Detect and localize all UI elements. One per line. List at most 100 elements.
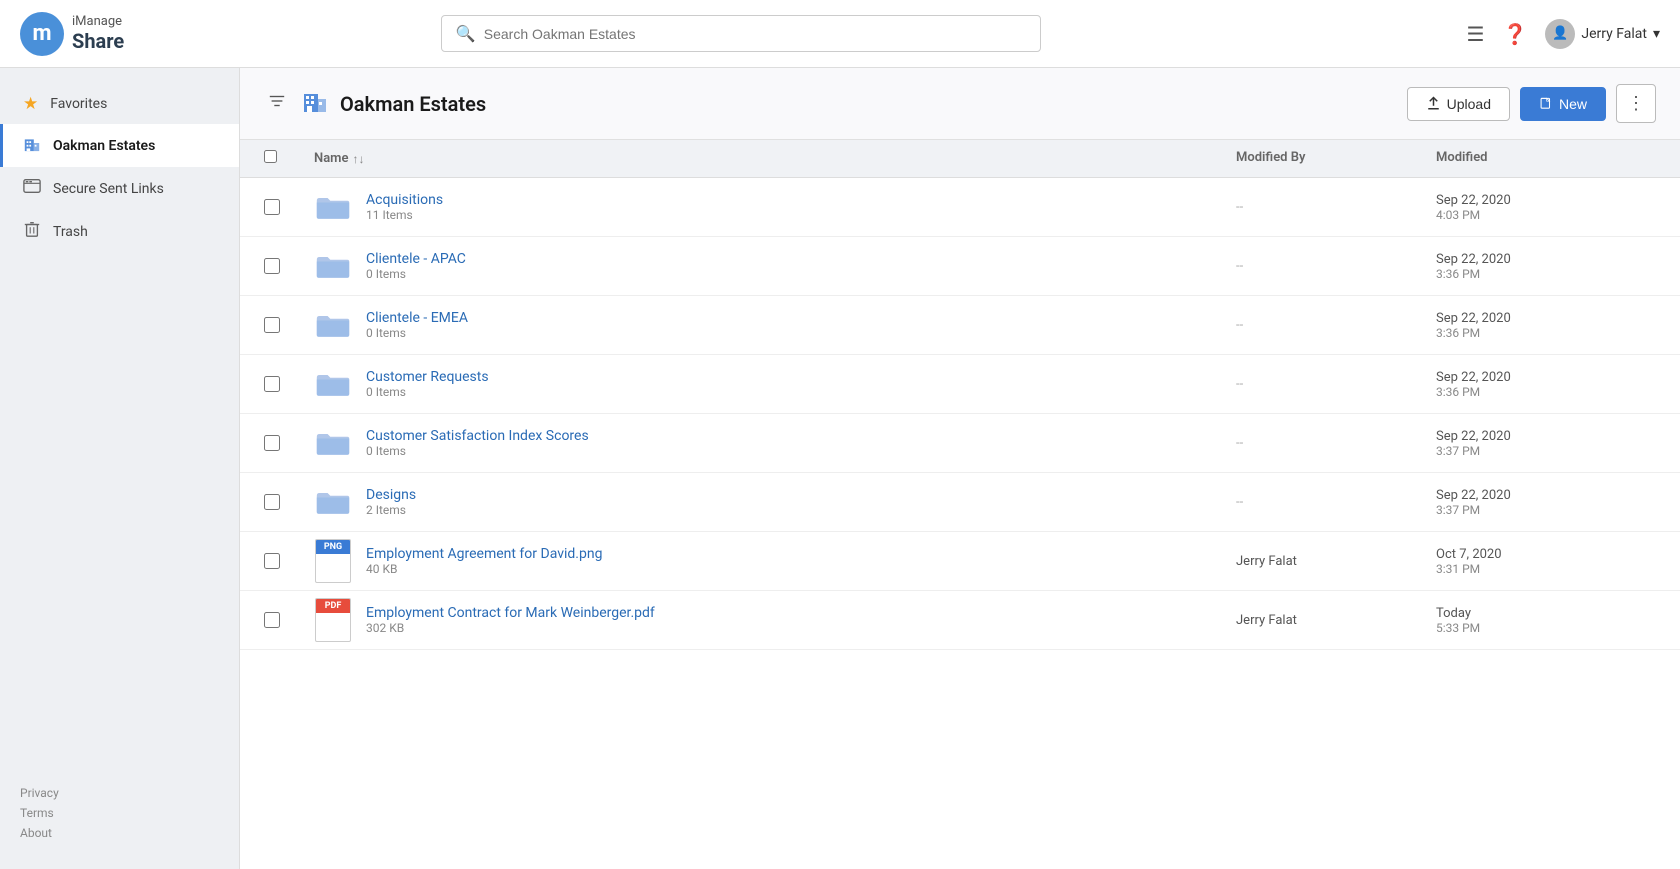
logo-icon: m bbox=[20, 12, 64, 56]
row-modified-by-cell: Jerry Falat bbox=[1236, 613, 1436, 628]
row-name-cell: Clientele - APAC 0 Items bbox=[314, 247, 1236, 285]
row-select-checkbox[interactable] bbox=[264, 258, 280, 274]
row-select-checkbox[interactable] bbox=[264, 435, 280, 451]
row-name: Clientele - APAC 0 Items bbox=[366, 251, 466, 281]
user-dropdown-icon: ▾ bbox=[1653, 26, 1660, 42]
table-area: Name ↑↓ Modified By Modified Acquisition… bbox=[240, 140, 1680, 869]
file-sub: 302 KB bbox=[366, 621, 655, 635]
terms-link[interactable]: Terms bbox=[20, 803, 219, 823]
table-row: Acquisitions 11 Items -- Sep 22, 2020 4:… bbox=[240, 178, 1680, 237]
row-select-checkbox[interactable] bbox=[264, 317, 280, 333]
file-sub: 0 Items bbox=[366, 326, 468, 340]
table-row: Customer Satisfaction Index Scores 0 Ite… bbox=[240, 414, 1680, 473]
file-name[interactable]: Acquisitions bbox=[366, 192, 443, 208]
modified-time: 3:31 PM bbox=[1436, 562, 1656, 576]
row-select-checkbox[interactable] bbox=[264, 376, 280, 392]
row-modified-by-cell: -- bbox=[1236, 259, 1436, 274]
file-name[interactable]: Employment Contract for Mark Weinberger.… bbox=[366, 605, 655, 621]
upload-button[interactable]: Upload bbox=[1407, 87, 1510, 121]
table-row: Designs 2 Items -- Sep 22, 2020 3:37 PM bbox=[240, 473, 1680, 532]
checkbox-header bbox=[264, 150, 314, 167]
row-checkbox-cell bbox=[264, 317, 314, 333]
file-sub: 11 Items bbox=[366, 208, 443, 222]
modified-by-dash: -- bbox=[1236, 200, 1243, 215]
table-body: Acquisitions 11 Items -- Sep 22, 2020 4:… bbox=[240, 178, 1680, 650]
list-icon[interactable]: ☰ bbox=[1467, 22, 1485, 46]
workspace-icon bbox=[302, 87, 330, 121]
search-input[interactable] bbox=[484, 26, 1026, 42]
row-modified-cell: Sep 22, 2020 3:37 PM bbox=[1436, 429, 1656, 458]
row-checkbox-cell bbox=[264, 612, 314, 628]
row-name-cell: Customer Requests 0 Items bbox=[314, 365, 1236, 403]
row-select-checkbox[interactable] bbox=[264, 494, 280, 510]
file-name[interactable]: Clientele - EMEA bbox=[366, 310, 468, 326]
filter-button[interactable] bbox=[264, 88, 290, 119]
modified-by-column-header: Modified By bbox=[1236, 150, 1436, 167]
png-file-icon: PNG bbox=[314, 542, 352, 580]
file-name[interactable]: Employment Agreement for David.png bbox=[366, 546, 602, 562]
sidebar-item-trash[interactable]: Trash bbox=[0, 210, 239, 253]
user-name: Jerry Falat bbox=[1581, 26, 1647, 42]
privacy-link[interactable]: Privacy bbox=[20, 783, 219, 803]
page-title: Oakman Estates bbox=[340, 92, 486, 116]
star-icon: ★ bbox=[23, 94, 38, 114]
file-name[interactable]: Clientele - APAC bbox=[366, 251, 466, 267]
folder-icon bbox=[314, 188, 352, 226]
modified-time: 3:36 PM bbox=[1436, 385, 1656, 399]
row-checkbox-cell bbox=[264, 435, 314, 451]
file-name[interactable]: Customer Requests bbox=[366, 369, 489, 385]
select-all-checkbox[interactable] bbox=[264, 150, 277, 163]
row-checkbox-cell bbox=[264, 258, 314, 274]
sort-icon: ↑↓ bbox=[352, 152, 364, 166]
modified-date: Sep 22, 2020 bbox=[1436, 488, 1656, 503]
name-column-header[interactable]: Name ↑↓ bbox=[314, 150, 1236, 167]
modified-by-dash: -- bbox=[1236, 259, 1243, 274]
folder-icon bbox=[314, 483, 352, 521]
row-select-checkbox[interactable] bbox=[264, 553, 280, 569]
row-modified-by-cell: -- bbox=[1236, 495, 1436, 510]
sidebar-item-favorites[interactable]: ★ Favorites bbox=[0, 84, 239, 124]
modified-by-dash: -- bbox=[1236, 436, 1243, 451]
sidebar-item-oakman-estates[interactable]: Oakman Estates bbox=[0, 124, 239, 167]
new-label: New bbox=[1559, 96, 1587, 112]
modified-by-value: Jerry Falat bbox=[1236, 554, 1297, 569]
new-button[interactable]: New bbox=[1520, 87, 1606, 121]
upload-label: Upload bbox=[1447, 96, 1491, 112]
row-name: Acquisitions 11 Items bbox=[366, 192, 443, 222]
avatar: 👤 bbox=[1545, 19, 1575, 49]
logo-text: iManage Share bbox=[72, 15, 124, 51]
sidebar-item-label: Trash bbox=[53, 224, 88, 240]
sidebar-item-label: Favorites bbox=[50, 96, 107, 112]
modified-date: Sep 22, 2020 bbox=[1436, 370, 1656, 385]
user-menu[interactable]: 👤 Jerry Falat ▾ bbox=[1545, 19, 1660, 49]
folder-icon bbox=[314, 424, 352, 462]
modified-by-dash: -- bbox=[1236, 495, 1243, 510]
row-name-cell: Customer Satisfaction Index Scores 0 Ite… bbox=[314, 424, 1236, 462]
row-select-checkbox[interactable] bbox=[264, 612, 280, 628]
row-name: Customer Requests 0 Items bbox=[366, 369, 489, 399]
sidebar-footer: Privacy Terms About bbox=[0, 773, 239, 853]
table-header: Name ↑↓ Modified By Modified bbox=[240, 140, 1680, 178]
modified-by-value: Jerry Falat bbox=[1236, 613, 1297, 628]
table-row: Clientele - APAC 0 Items -- Sep 22, 2020… bbox=[240, 237, 1680, 296]
modified-by-dash: -- bbox=[1236, 318, 1243, 333]
modified-date: Sep 22, 2020 bbox=[1436, 311, 1656, 326]
sidebar-item-label: Oakman Estates bbox=[53, 138, 155, 154]
table-row: Clientele - EMEA 0 Items -- Sep 22, 2020… bbox=[240, 296, 1680, 355]
file-name[interactable]: Designs bbox=[366, 487, 416, 503]
help-icon[interactable]: ❓ bbox=[1502, 22, 1527, 46]
sidebar-item-label: Secure Sent Links bbox=[53, 181, 164, 197]
row-modified-cell: Sep 22, 2020 3:37 PM bbox=[1436, 488, 1656, 517]
about-link[interactable]: About bbox=[20, 823, 219, 843]
row-modified-cell: Today 5:33 PM bbox=[1436, 606, 1656, 635]
sidebar-item-secure-sent-links[interactable]: Secure Sent Links bbox=[0, 167, 239, 210]
row-modified-by-cell: Jerry Falat bbox=[1236, 554, 1436, 569]
row-modified-by-cell: -- bbox=[1236, 200, 1436, 215]
row-select-checkbox[interactable] bbox=[264, 199, 280, 215]
modified-date: Sep 22, 2020 bbox=[1436, 429, 1656, 444]
modified-time: 5:33 PM bbox=[1436, 621, 1656, 635]
more-options-button[interactable]: ⋮ bbox=[1616, 84, 1656, 123]
file-name[interactable]: Customer Satisfaction Index Scores bbox=[366, 428, 589, 444]
content-area: Oakman Estates Upload bbox=[240, 68, 1680, 869]
search-bar[interactable]: 🔍 bbox=[441, 15, 1041, 52]
